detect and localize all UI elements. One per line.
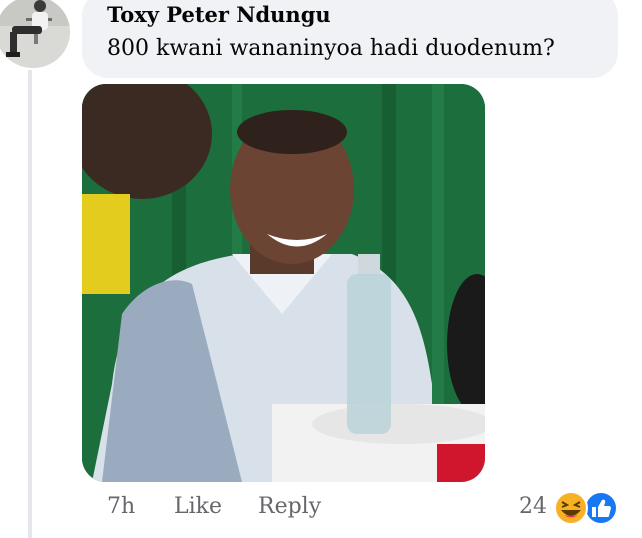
reaction-count[interactable]: 24 — [519, 494, 547, 519]
reaction-icons[interactable] — [553, 489, 619, 527]
comment-attached-photo[interactable] — [82, 84, 485, 482]
comment-author-name[interactable]: Toxy Peter Ndungu — [107, 2, 331, 27]
comment-actions-bar: 7h Like Reply 24 — [0, 494, 642, 524]
avatar-person-icon — [0, 0, 70, 68]
like-button[interactable]: Like — [174, 494, 222, 519]
comment-text: 800 kwani wananinyoa hadi duodenum? — [107, 36, 555, 61]
comment-timestamp[interactable]: 7h — [107, 494, 135, 519]
avatar[interactable] — [0, 0, 70, 68]
like-icon — [584, 491, 618, 525]
reply-thread-line — [28, 70, 32, 538]
haha-icon — [554, 491, 588, 525]
reply-button[interactable]: Reply — [258, 494, 321, 519]
